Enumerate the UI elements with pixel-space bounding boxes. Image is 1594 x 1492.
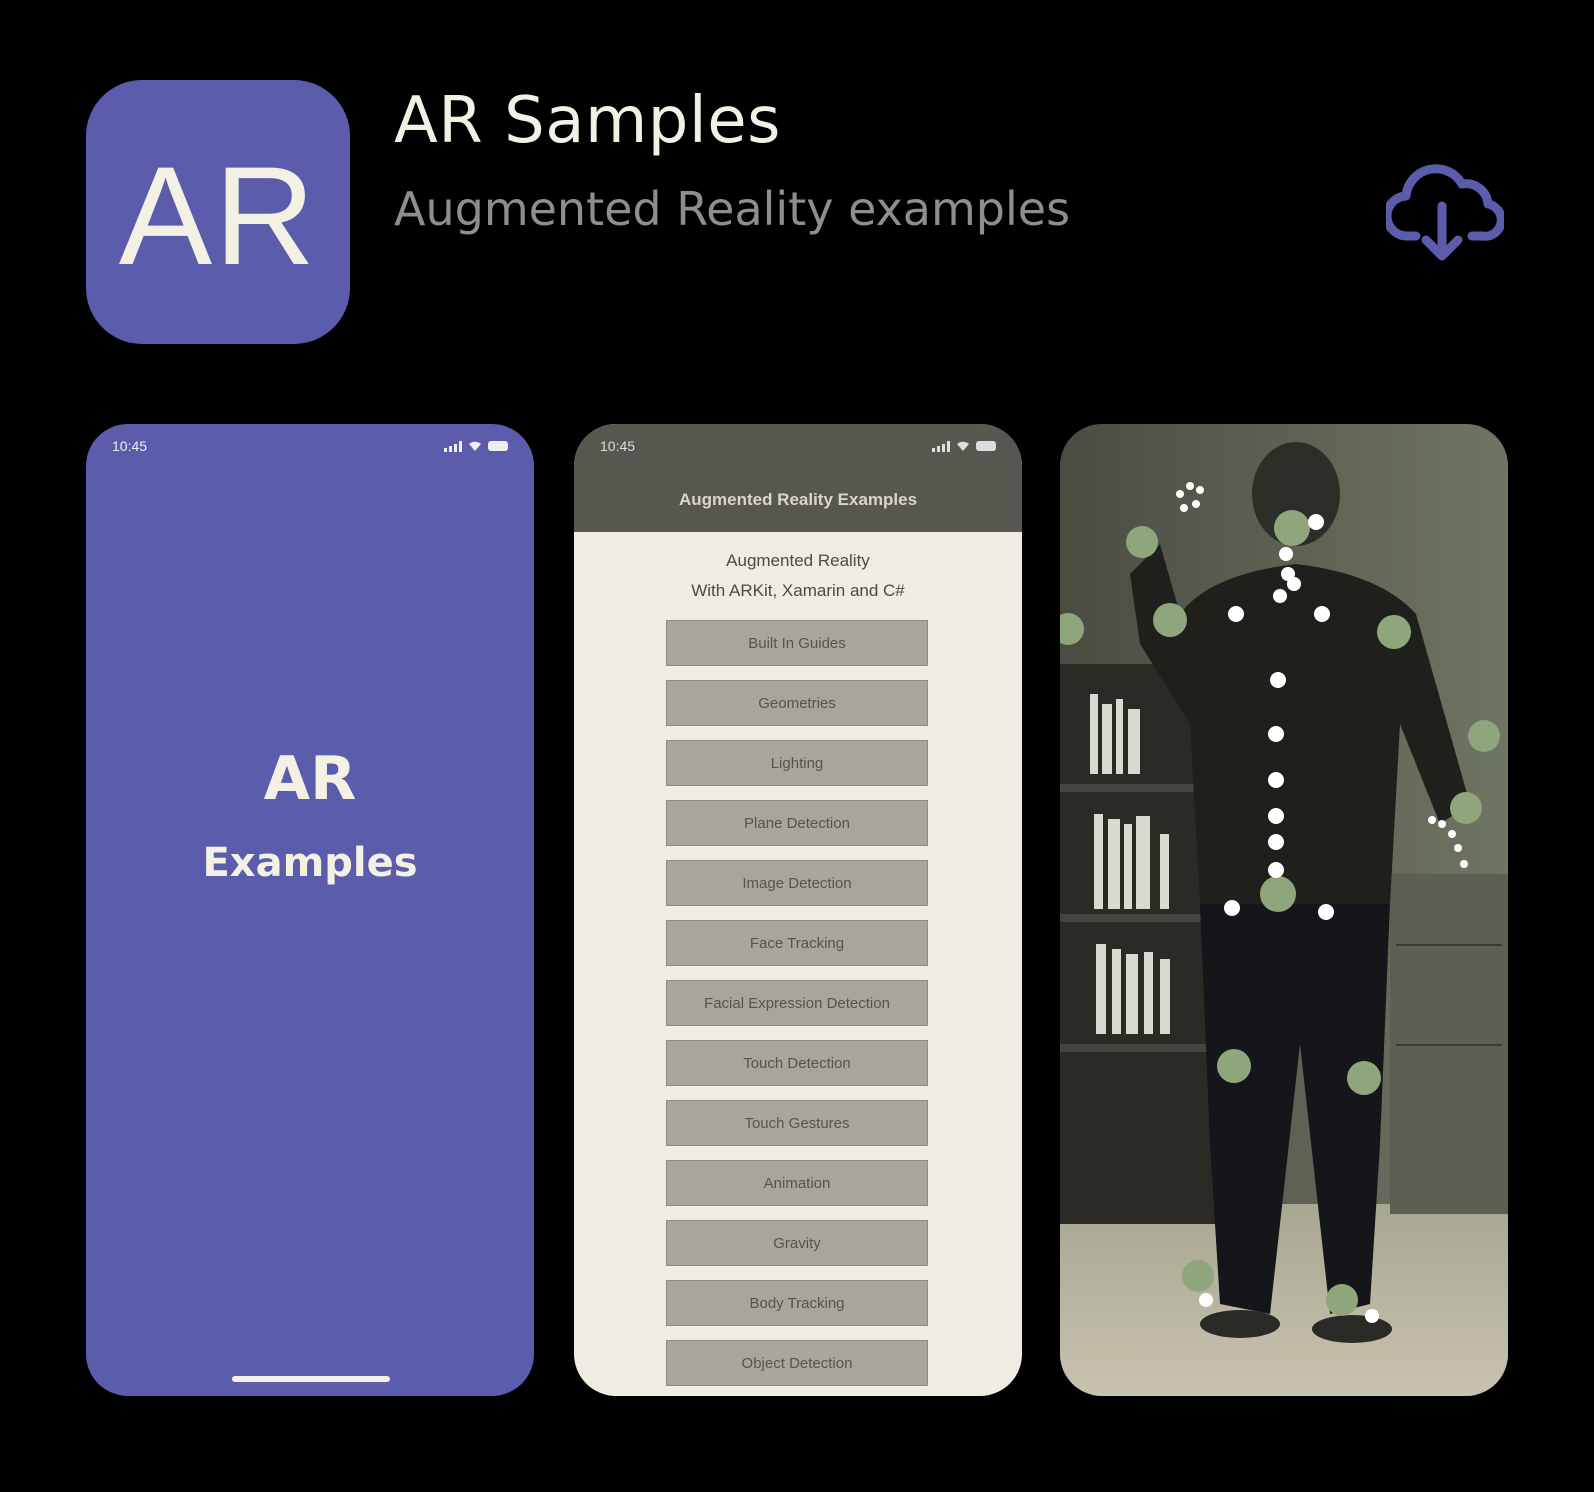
menu-button-gravity[interactable]: Gravity (666, 1220, 928, 1266)
wifi-icon (957, 441, 969, 451)
status-time: 10:45 (112, 438, 148, 454)
home-indicator (232, 1376, 390, 1382)
app-subtitle: Augmented Reality examples (394, 182, 1071, 236)
splash-title: AR (263, 744, 357, 814)
screenshot-menu[interactable]: 10:45 Augmented Reality Examples Augment… (574, 424, 1022, 1396)
cloud-download-icon (1382, 164, 1506, 261)
signal-icon (932, 440, 950, 452)
menu-button-plane-detection[interactable]: Plane Detection (666, 800, 928, 846)
app-icon-text: AR (118, 137, 318, 294)
menu-button-touch-detection[interactable]: Touch Detection (666, 1040, 928, 1086)
app-icon: AR (86, 80, 350, 344)
menu-button-geometries[interactable]: Geometries (666, 680, 928, 726)
menu-button-image-detection[interactable]: Image Detection (666, 860, 928, 906)
splash-subtitle: Examples (202, 840, 418, 886)
menu-button-animation[interactable]: Animation (666, 1160, 928, 1206)
status-time: 10:45 (600, 438, 636, 454)
menu-list: Built In Guides Geometries Lighting Plan… (666, 620, 928, 1396)
battery-icon (976, 441, 996, 451)
nav-title: Augmented Reality Examples (678, 490, 918, 509)
menu-button-body-tracking[interactable]: Body Tracking (666, 1280, 928, 1326)
menu-button-object-detection[interactable]: Object Detection (666, 1340, 928, 1386)
menu-button-facial-expression-detection[interactable]: Facial Expression Detection (666, 980, 928, 1026)
signal-icon (444, 440, 462, 452)
menu-button-face-tracking[interactable]: Face Tracking (666, 920, 928, 966)
download-button[interactable] (1382, 158, 1506, 268)
status-icons (444, 440, 508, 452)
navigation-bar: 10:45 Augmented Reality Examples (574, 424, 1022, 532)
status-bar: 10:45 (574, 424, 1022, 468)
intro-line-1: Augmented Reality (726, 551, 870, 570)
wifi-icon (469, 441, 481, 451)
battery-icon (488, 441, 508, 451)
menu-button-lighting[interactable]: Lighting (666, 740, 928, 786)
intro-text: Augmented Reality With ARKit, Xamarin an… (574, 546, 1022, 606)
menu-button-touch-gestures[interactable]: Touch Gestures (666, 1100, 928, 1146)
body-tracking-photo (1060, 424, 1508, 1396)
menu-button-built-in-guides[interactable]: Built In Guides (666, 620, 928, 666)
screenshot-splash[interactable]: 10:45 AR Examples (86, 424, 534, 1396)
screenshot-body-tracking[interactable] (1060, 424, 1508, 1396)
status-icons (932, 440, 996, 452)
intro-line-2: With ARKit, Xamarin and C# (691, 581, 905, 600)
status-bar: 10:45 (86, 424, 534, 468)
app-title: AR Samples (394, 84, 781, 158)
